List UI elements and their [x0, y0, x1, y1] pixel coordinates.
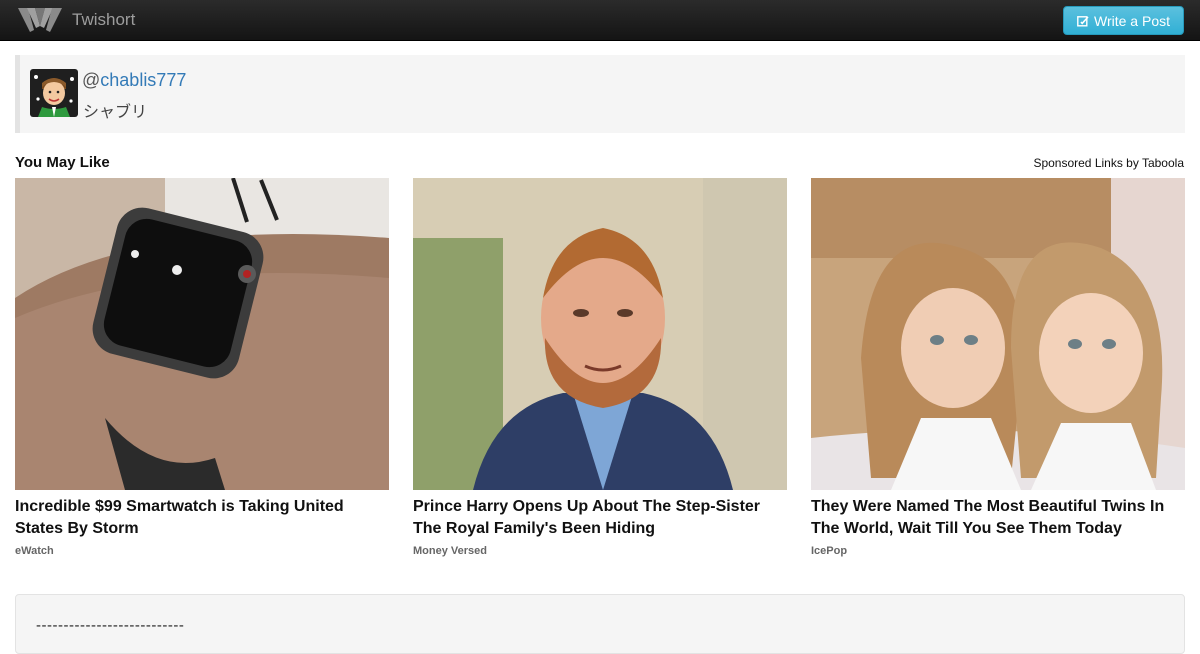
write-post-button[interactable]: Write a Post [1063, 6, 1184, 35]
card-headline[interactable]: They Were Named The Most Beautiful Twins… [811, 496, 1185, 540]
at-sign: @ [82, 70, 101, 90]
recommendation-card-smartwatch[interactable]: Incredible $99 Smartwatch is Taking Unit… [15, 178, 389, 557]
display-name: シャブリ [83, 104, 148, 121]
card-source: Money Versed [413, 545, 487, 557]
twishort-logo-icon [18, 8, 62, 32]
post-content-box: --------------------------- [15, 594, 1185, 654]
brand-name: Twishort [72, 10, 136, 29]
twins-image [811, 178, 1185, 490]
card-headline[interactable]: Prince Harry Opens Up About The Step-Sis… [413, 496, 787, 540]
sponsored-links-link[interactable]: Sponsored Links by Taboola [1033, 156, 1184, 170]
card-source: eWatch [15, 545, 54, 557]
avatar[interactable] [30, 69, 78, 117]
smartwatch-image [15, 178, 389, 490]
recommendation-card-twins[interactable]: They Were Named The Most Beautiful Twins… [811, 178, 1185, 557]
prince-harry-image [413, 178, 787, 490]
post-text: --------------------------- [36, 617, 185, 634]
username: chablis777 [100, 70, 187, 90]
you-may-like-heading: You May Like [15, 154, 110, 171]
username-link[interactable]: @chablis777 [82, 70, 186, 91]
edit-icon [1077, 15, 1089, 26]
author-panel: @chablis777 シャブリ [15, 55, 1185, 133]
recommendation-card-prince-harry[interactable]: Prince Harry Opens Up About The Step-Sis… [413, 178, 787, 557]
card-headline[interactable]: Incredible $99 Smartwatch is Taking Unit… [15, 496, 389, 540]
top-navbar: Twishort Write a Post [0, 0, 1200, 41]
write-post-label: Write a Post [1094, 12, 1170, 29]
brand-link[interactable]: Twishort [18, 4, 135, 36]
card-source: IcePop [811, 545, 848, 557]
